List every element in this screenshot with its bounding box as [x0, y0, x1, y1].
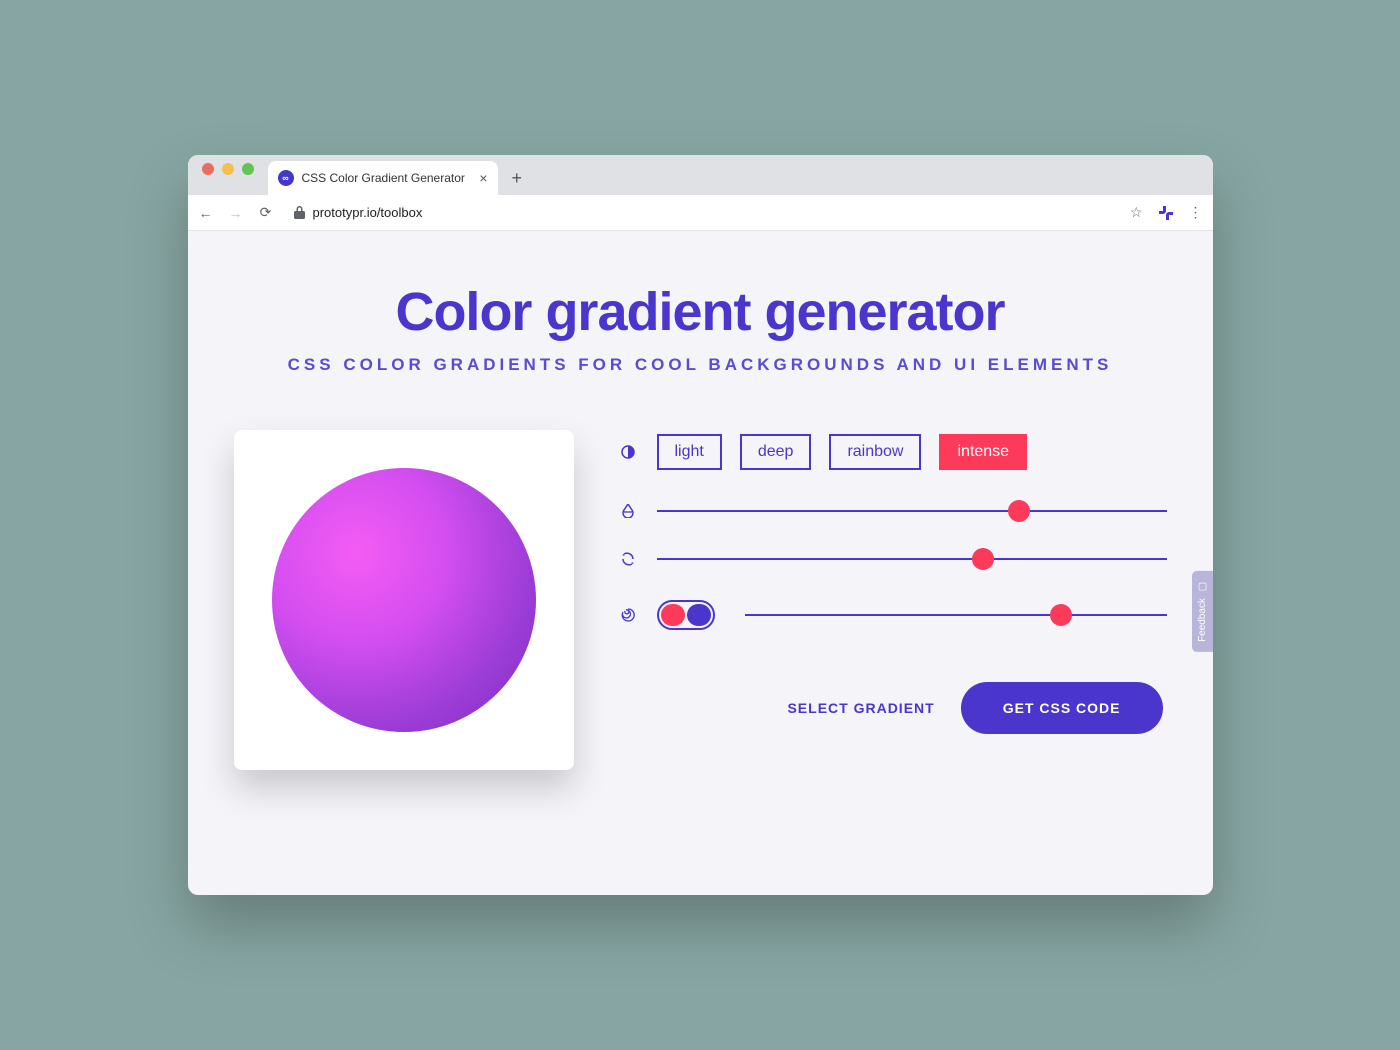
browser-tab-strip: ∞ CSS Color Gradient Generator × + — [188, 155, 1213, 195]
slider-3[interactable] — [745, 614, 1167, 616]
back-button[interactable]: ← — [198, 205, 214, 221]
maximize-window-button[interactable] — [242, 163, 254, 175]
page-title: Color gradient generator — [218, 281, 1183, 343]
profile-chip-intense[interactable]: intense — [939, 434, 1027, 470]
toggle-right — [687, 604, 711, 626]
cycle-icon — [619, 552, 637, 566]
reload-button[interactable]: ⟳ — [258, 204, 274, 221]
url-field[interactable]: prototypr.io/toolbox — [288, 205, 1116, 220]
extension-icon[interactable] — [1159, 206, 1173, 220]
lock-icon — [294, 206, 305, 219]
profile-chips: light deep rainbow intense — [657, 434, 1028, 470]
controls-panel: light deep rainbow intense — [619, 430, 1167, 770]
close-tab-icon[interactable]: × — [479, 170, 487, 186]
profile-chip-light[interactable]: light — [657, 434, 722, 470]
drop-icon — [619, 504, 637, 518]
bookmark-star-icon[interactable]: ☆ — [1130, 204, 1143, 221]
slider-row-3 — [619, 600, 1167, 630]
address-bar: ← → ⟳ prototypr.io/toolbox ☆ ⋮ — [188, 195, 1213, 231]
slider-2-thumb[interactable] — [972, 548, 994, 570]
contrast-icon — [619, 445, 637, 459]
forward-button[interactable]: → — [228, 205, 244, 221]
swirl-icon — [619, 608, 637, 622]
slider-1[interactable] — [657, 510, 1167, 512]
slider-row-2 — [619, 552, 1167, 566]
browser-menu-icon[interactable]: ⋮ — [1189, 204, 1203, 221]
favicon-icon: ∞ — [278, 170, 294, 186]
window-controls — [188, 163, 268, 187]
slider-row-1 — [619, 504, 1167, 518]
url-text: prototypr.io/toolbox — [313, 205, 423, 220]
slider-1-thumb[interactable] — [1008, 500, 1030, 522]
close-window-button[interactable] — [202, 163, 214, 175]
toggle-left — [661, 604, 685, 626]
profile-chip-deep[interactable]: deep — [740, 434, 812, 470]
profile-chip-rainbow[interactable]: rainbow — [829, 434, 921, 470]
feedback-label: Feedback — [1197, 598, 1208, 642]
select-gradient-button[interactable]: SELECT GRADIENT — [787, 700, 934, 716]
browser-tab[interactable]: ∞ CSS Color Gradient Generator × — [268, 161, 498, 195]
gradient-sphere — [272, 468, 536, 732]
minimize-window-button[interactable] — [222, 163, 234, 175]
get-css-button[interactable]: GET CSS CODE — [961, 682, 1163, 734]
page-content: Color gradient generator CSS COLOR GRADI… — [188, 231, 1213, 895]
feedback-tab[interactable]: Feedback ▢ — [1192, 571, 1213, 652]
chat-icon: ▢ — [1197, 581, 1208, 592]
tab-title: CSS Color Gradient Generator — [302, 171, 472, 185]
slider-2[interactable] — [657, 558, 1167, 560]
slider-3-thumb[interactable] — [1050, 604, 1072, 626]
action-row: SELECT GRADIENT GET CSS CODE — [619, 682, 1167, 734]
gradient-preview-card — [234, 430, 574, 770]
page-subtitle: CSS COLOR GRADIENTS FOR COOL BACKGROUNDS… — [218, 355, 1183, 375]
browser-window: ∞ CSS Color Gradient Generator × + ← → ⟳… — [188, 155, 1213, 895]
gradient-type-toggle[interactable] — [657, 600, 715, 630]
new-tab-button[interactable]: + — [498, 168, 537, 195]
profile-row: light deep rainbow intense — [619, 434, 1167, 470]
